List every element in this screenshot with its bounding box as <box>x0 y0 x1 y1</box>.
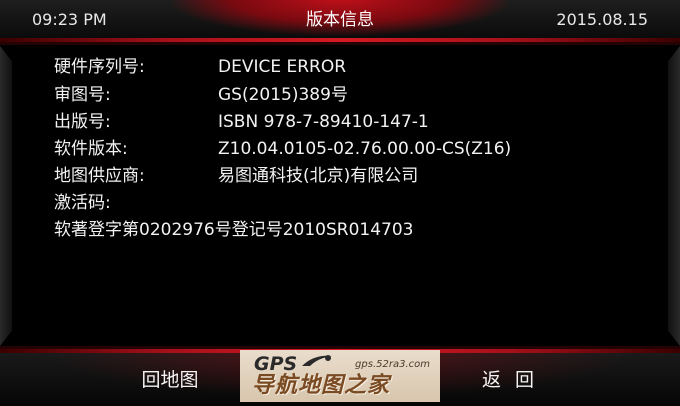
version-info-screen: 09:23 PM 版本信息 2015.08.15 硬件序列号: DEVICE ER… <box>0 0 680 406</box>
watermark-logo: GPS gps.52ra3.com 导航地图之家 <box>240 350 440 402</box>
return-button[interactable]: 返 回 <box>450 366 570 394</box>
header-divider-shadow <box>0 42 680 45</box>
registration-text: 软著登字第0202976号登记号2010SR014703 <box>54 220 414 240</box>
info-row-software-version: 软件版本: Z10.04.0105-02.76.00.00-CS(Z16) <box>54 137 511 161</box>
info-value: 易图通科技(北京)有限公司 <box>218 166 419 186</box>
info-row-review-number: 审图号: GS(2015)389号 <box>54 83 348 107</box>
info-label: 硬件序列号: <box>54 57 145 77</box>
info-row-serial: 硬件序列号: DEVICE ERROR <box>54 55 346 79</box>
swoosh-icon <box>302 355 332 366</box>
info-row-map-vendor: 地图供应商: 易图通科技(北京)有限公司 <box>54 164 418 188</box>
info-label: 审图号: <box>54 85 111 105</box>
info-value: ISBN 978-7-89410-147-1 <box>218 112 429 132</box>
frame-edge-right <box>666 46 680 346</box>
info-value: DEVICE ERROR <box>218 57 347 77</box>
watermark-url: gps.52ra3.com <box>355 359 430 370</box>
back-to-map-button[interactable]: 回地图 <box>110 366 230 394</box>
watermark-title: 导航地图之家 <box>252 373 391 398</box>
info-label: 出版号: <box>54 112 111 132</box>
info-label: 激活码: <box>54 193 111 213</box>
clock-time: 09:23 PM <box>32 10 107 29</box>
info-label: 地图供应商: <box>54 166 145 186</box>
status-date: 2015.08.15 <box>556 10 648 29</box>
info-value: Z10.04.0105-02.76.00.00-CS(Z16) <box>218 139 512 159</box>
page-title: 版本信息 <box>306 10 374 30</box>
info-label: 软件版本: <box>54 139 128 159</box>
info-row-publication: 出版号: ISBN 978-7-89410-147-1 <box>54 110 429 134</box>
info-value: GS(2015)389号 <box>218 85 348 105</box>
info-row-activation-code: 激活码: <box>54 191 218 215</box>
